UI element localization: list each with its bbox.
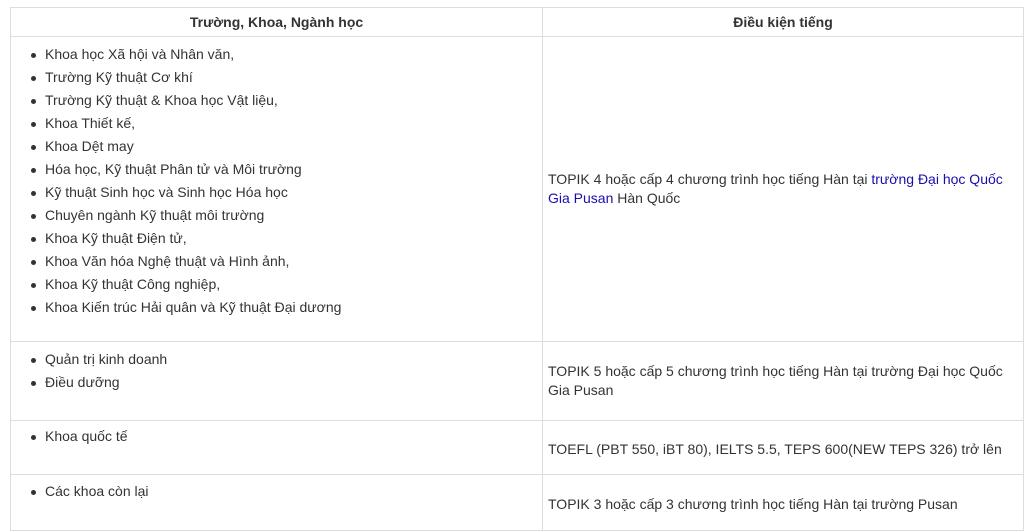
header-row: Trường, Khoa, Ngành học Điều kiện tiếng	[10, 7, 1024, 37]
list-item: Hóa học, Kỹ thuật Phân tử và Môi trường	[23, 158, 534, 181]
list-item: Trường Kỹ thuật Cơ khí	[23, 66, 534, 89]
list-item: Kỹ thuật Sinh học và Sinh học Hóa học	[23, 181, 534, 204]
faculty-list: Khoa quốc tế	[23, 425, 534, 448]
faculty-cell: Các khoa còn lại	[10, 474, 543, 531]
list-item: Chuyên ngành Kỹ thuật môi trường	[23, 204, 534, 227]
list-item: Khoa Dệt may	[23, 135, 534, 158]
list-item: Khoa học Xã hội và Nhân văn,	[23, 43, 534, 66]
list-item: Khoa quốc tế	[23, 425, 534, 448]
table-row: Quản trị kinh doanh Điều dưỡng TOPIK 5 h…	[10, 341, 1024, 421]
list-item: Khoa Kỹ thuật Công nghiệp,	[23, 273, 534, 296]
condition-cell: TOPIK 4 hoặc cấp 4 chương trình học tiến…	[542, 36, 1024, 342]
faculty-list: Khoa học Xã hội và Nhân văn, Trường Kỹ t…	[23, 43, 534, 319]
list-item: Khoa Thiết kế,	[23, 112, 534, 135]
faculty-list: Quản trị kinh doanh Điều dưỡng	[23, 348, 534, 394]
faculty-list: Các khoa còn lại	[23, 480, 534, 503]
faculty-cell: Quản trị kinh doanh Điều dưỡng	[10, 341, 543, 421]
list-item: Khoa Văn hóa Nghệ thuật và Hình ảnh,	[23, 250, 534, 273]
faculty-cell: Khoa quốc tế	[10, 420, 543, 475]
table-row: Khoa quốc tế TOEFL (PBT 550, iBT 80), IE…	[10, 420, 1024, 475]
admission-table: Trường, Khoa, Ngành học Điều kiện tiếng …	[10, 7, 1024, 531]
faculty-cell: Khoa học Xã hội và Nhân văn, Trường Kỹ t…	[10, 36, 543, 342]
condition-text: TOPIK 4 hoặc cấp 4 chương trình học tiến…	[548, 171, 872, 187]
header-schools: Trường, Khoa, Ngành học	[10, 7, 543, 37]
header-language-requirement: Điều kiện tiếng	[542, 7, 1024, 37]
list-item: Trường Kỹ thuật & Khoa học Vật liệu,	[23, 89, 534, 112]
condition-cell: TOEFL (PBT 550, iBT 80), IELTS 5.5, TEPS…	[542, 420, 1024, 475]
list-item: Khoa Kiến trúc Hải quân và Kỹ thuật Đại …	[23, 296, 534, 319]
condition-cell: TOPIK 5 hoặc cấp 5 chương trình học tiến…	[542, 341, 1024, 421]
table-row: Khoa học Xã hội và Nhân văn, Trường Kỹ t…	[10, 36, 1024, 342]
list-item: Quản trị kinh doanh	[23, 348, 534, 371]
condition-text-suffix: Hàn Quốc	[613, 190, 681, 206]
list-item: Các khoa còn lại	[23, 480, 534, 503]
list-item: Điều dưỡng	[23, 371, 534, 394]
condition-cell: TOPIK 3 hoặc cấp 3 chương trình học tiến…	[542, 474, 1024, 531]
list-item: Khoa Kỹ thuật Điện tử,	[23, 227, 534, 250]
table-row: Các khoa còn lại TOPIK 3 hoặc cấp 3 chươ…	[10, 474, 1024, 531]
